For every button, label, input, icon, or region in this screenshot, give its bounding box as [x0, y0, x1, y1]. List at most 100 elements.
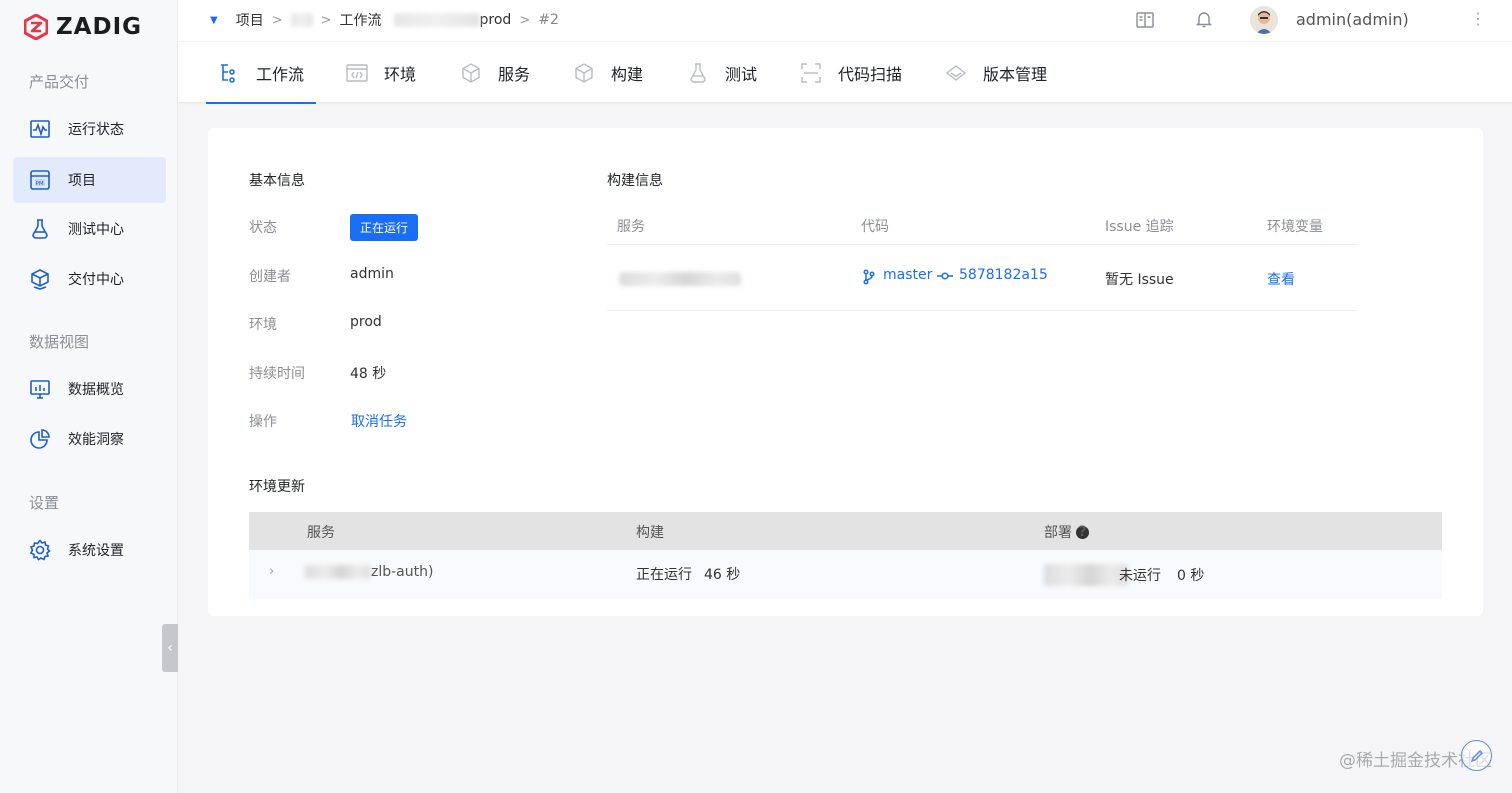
- tab-code-scan[interactable]: 代码扫描: [800, 42, 902, 103]
- build-duration: 46 秒: [704, 567, 741, 583]
- tab-label: 构建: [611, 64, 644, 84]
- deploy-duration: 0 秒: [1177, 568, 1205, 584]
- tab-build[interactable]: 构建: [573, 42, 643, 103]
- breadcrumb-project[interactable]: 项目: [236, 10, 264, 30]
- sidebar-item-system-settings[interactable]: 系统设置: [13, 527, 166, 573]
- breadcrumb: ▼ 项目 > > 工作流 prod > #2: [210, 0, 559, 40]
- cancel-task-link[interactable]: 取消任务: [351, 411, 407, 431]
- section-label-data-view: 数据视图: [29, 333, 90, 351]
- top-bar: ▼ 项目 > > 工作流 prod > #2 admin(admin) ⋮: [178, 0, 1512, 42]
- bell-icon[interactable]: [1194, 9, 1214, 29]
- column-header-env-vars: 环境变量: [1267, 219, 1323, 235]
- tab-environment[interactable]: 环境: [346, 42, 416, 103]
- environment-code-icon: [346, 63, 368, 82]
- sidebar-item-label: 系统设置: [68, 543, 124, 559]
- breadcrumb-run-number: #2: [538, 12, 559, 28]
- section-label-delivery: 产品交付: [29, 73, 90, 91]
- caret-down-icon[interactable]: ▼: [210, 15, 218, 26]
- tab-label: 服务: [498, 64, 531, 84]
- sidebar-item-efficiency[interactable]: 效能洞察: [13, 416, 166, 462]
- breadcrumb-workflow-env[interactable]: prod: [480, 12, 512, 28]
- service-name-redacted: [305, 565, 371, 579]
- more-vertical-icon[interactable]: ⋮: [1470, 9, 1486, 28]
- duration-label: 持续时间: [249, 366, 305, 382]
- sidebar-collapse-handle[interactable]: ‹: [162, 624, 178, 672]
- branch-link[interactable]: master: [883, 267, 932, 283]
- deploy-status: 未运行: [1119, 568, 1161, 584]
- environment-label: 环境: [249, 317, 277, 333]
- tab-label: 环境: [384, 64, 417, 84]
- column-header-deploy: 部署?: [1044, 522, 1089, 542]
- section-label-settings: 设置: [29, 494, 60, 512]
- basic-info-title: 基本信息: [249, 173, 305, 189]
- pencil-icon: [1470, 749, 1483, 762]
- breadcrumb-separator: >: [271, 12, 283, 28]
- avatar[interactable]: [1250, 6, 1278, 34]
- column-header-code: 代码: [861, 219, 889, 235]
- test-flask-icon: [690, 62, 706, 83]
- user-avatar-icon: [1250, 6, 1278, 34]
- sidebar-item-label: 运行状态: [68, 122, 124, 138]
- build-status-link[interactable]: 正在运行: [636, 564, 692, 584]
- sidebar-item-status[interactable]: 运行状态: [13, 106, 166, 152]
- tab-label: 工作流: [256, 64, 305, 84]
- git-commit-icon: [937, 272, 953, 280]
- tab-label: 测试: [725, 64, 758, 84]
- sidebar-item-delivery-center[interactable]: 交付中心: [13, 256, 166, 302]
- svg-text:PM: PM: [36, 181, 44, 187]
- sidebar-item-project[interactable]: PM 项目: [13, 157, 166, 203]
- sidebar-item-label: 效能洞察: [68, 432, 124, 448]
- tab-service[interactable]: 服务: [460, 42, 530, 103]
- docs-book-icon[interactable]: [1135, 10, 1155, 30]
- brand-name: ZADIG: [56, 14, 143, 40]
- column-header-build: 构建: [636, 525, 664, 541]
- breadcrumb-project-name-redacted[interactable]: [290, 13, 313, 27]
- tab-label: 代码扫描: [838, 64, 903, 84]
- creator-label: 创建者: [249, 269, 291, 285]
- creator-value: admin: [350, 266, 394, 282]
- tab-test[interactable]: 测试: [687, 42, 757, 103]
- commit-link[interactable]: 5878182a15: [959, 267, 1048, 283]
- build-box-icon: [575, 62, 593, 83]
- build-table-header: 服务 代码 Issue 追踪 环境变量: [607, 208, 1357, 245]
- activity-monitor-icon: [30, 120, 50, 138]
- table-row: › zlb-auth) 正在运行 46 秒 未运行 0 秒: [249, 550, 1442, 599]
- tab-workflow[interactable]: 工作流: [205, 42, 317, 104]
- project-pm-icon: PM: [30, 170, 50, 190]
- breadcrumb-workflow[interactable]: 工作流: [340, 10, 382, 30]
- column-header-deploy-label: 部署: [1044, 525, 1072, 541]
- edit-feedback-button[interactable]: [1461, 740, 1492, 771]
- pie-chart-icon: [30, 429, 50, 449]
- env-update-table-header: 服务 构建 部署?: [249, 512, 1442, 550]
- flask-icon: [32, 219, 48, 239]
- build-info-title: 构建信息: [607, 173, 663, 189]
- env-update-title: 环境更新: [249, 479, 305, 495]
- environment-value: prod: [350, 314, 382, 330]
- sidebar-item-label: 交付中心: [68, 272, 124, 288]
- service-cube-icon: [462, 62, 480, 83]
- tab-version-management[interactable]: 版本管理: [945, 42, 1047, 103]
- dashboard-chart-icon: [30, 380, 50, 399]
- brand-logo[interactable]: ZADIG: [24, 12, 142, 42]
- project-tabs: 工作流 环境 服务 构建 测试 代码扫描 版本管理: [178, 42, 1512, 104]
- view-env-vars-link[interactable]: 查看: [1267, 269, 1295, 289]
- sidebar: ZADIG 产品交付 运行状态 PM 项目 测试中心 交付中心 数据视图 数据概…: [0, 0, 178, 793]
- sidebar-item-test-center[interactable]: 测试中心: [13, 206, 166, 252]
- breadcrumb-separator: >: [320, 12, 332, 28]
- user-name[interactable]: admin(admin): [1296, 10, 1409, 29]
- column-header-service: 服务: [617, 219, 645, 235]
- sidebar-item-label: 测试中心: [68, 222, 124, 238]
- sidebar-item-label: 数据概览: [68, 382, 124, 398]
- service-name-redacted: [619, 272, 741, 286]
- help-question-icon[interactable]: ?: [1076, 525, 1089, 539]
- sidebar-item-label: 项目: [68, 173, 96, 189]
- breadcrumb-workflow-name-redacted[interactable]: [393, 13, 480, 27]
- expand-chevron-icon[interactable]: ›: [269, 564, 274, 579]
- tab-label: 版本管理: [983, 64, 1048, 84]
- table-row: master 5878182a15 暂无 Issue 查看: [607, 246, 1357, 311]
- issue-value: 暂无 Issue: [1105, 272, 1174, 288]
- delivery-box-icon: [31, 269, 49, 290]
- duration-value: 48 秒: [350, 366, 387, 382]
- gear-icon: [29, 539, 51, 561]
- sidebar-item-data-overview[interactable]: 数据概览: [13, 366, 166, 412]
